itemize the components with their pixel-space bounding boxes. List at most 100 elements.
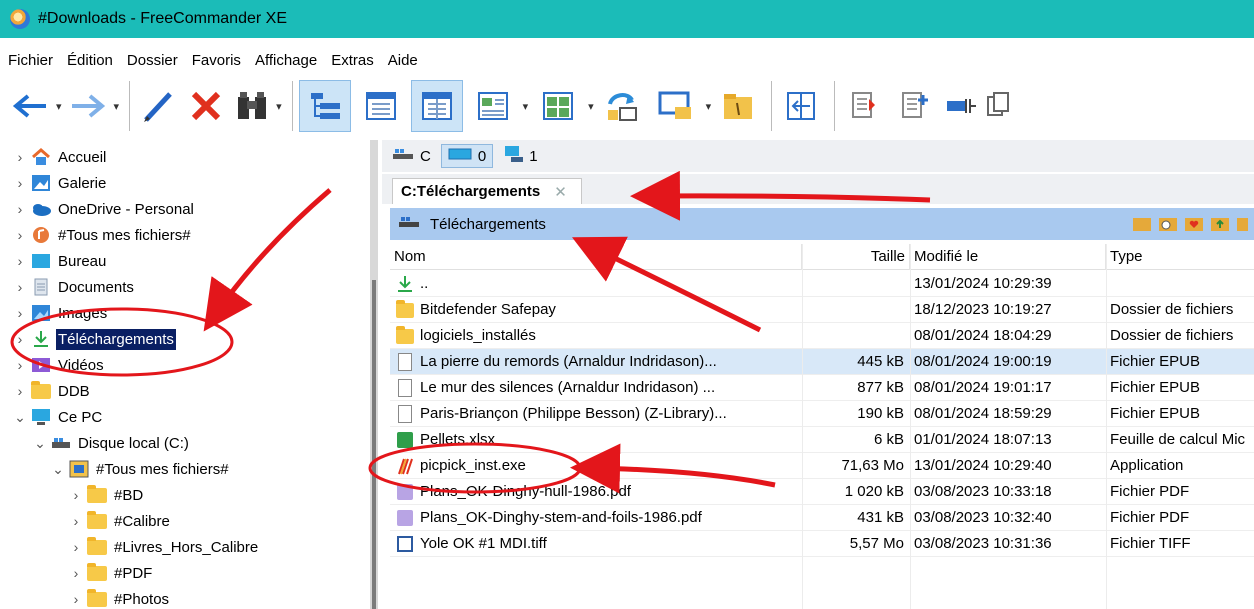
tree-item-ddb[interactable]: › DDB <box>12 378 92 404</box>
search-binoculars-icon[interactable] <box>232 80 272 132</box>
move-icon[interactable] <box>941 80 981 132</box>
thumbnail-view-icon[interactable] <box>467 80 519 132</box>
forward-arrow-icon[interactable] <box>66 80 110 132</box>
tree-item-galerie[interactable]: › Galerie <box>12 170 108 196</box>
file-size: 71,63 Mo <box>841 457 904 474</box>
menu-edition[interactable]: Édition <box>67 52 113 69</box>
back-arrow-icon[interactable] <box>8 80 52 132</box>
menu-dossier[interactable]: Dossier <box>127 52 178 69</box>
tree-item-disque-local[interactable]: ⌄ Disque local (C:) <box>32 430 191 456</box>
tree-item-tous-mes-fichiers[interactable]: › #Tous mes fichiers# <box>12 222 193 248</box>
thumbnail-dropdown-icon[interactable]: ▾ <box>523 100 529 113</box>
desktop-dropdown-icon[interactable]: ▾ <box>706 100 712 113</box>
menu-affichage[interactable]: Affichage <box>255 52 317 69</box>
forward-dropdown-icon[interactable]: ▾ <box>114 100 120 113</box>
thumbnail-large-icon[interactable] <box>532 80 584 132</box>
chevron-right-icon[interactable]: › <box>12 331 28 347</box>
chevron-right-icon[interactable]: › <box>68 539 84 555</box>
root-folder-icon[interactable] <box>1236 214 1248 232</box>
splitter-grip[interactable] <box>372 280 376 609</box>
music-icon <box>30 226 52 244</box>
recent-folder-icon[interactable] <box>1158 214 1178 232</box>
chevron-right-icon[interactable]: › <box>12 305 28 321</box>
menu-aide[interactable]: Aide <box>388 52 418 69</box>
tree-item-documents[interactable]: › Documents <box>12 274 136 300</box>
chevron-right-icon[interactable]: › <box>12 279 28 295</box>
back-dropdown-icon[interactable]: ▾ <box>56 100 62 113</box>
table-row[interactable]: Paris-Briançon (Philippe Besson) (Z-Libr… <box>390 401 1254 427</box>
table-row[interactable]: .. 13/01/2024 10:29:39 <box>390 271 1254 297</box>
delete-x-icon[interactable] <box>184 80 228 132</box>
table-row[interactable]: La pierre du remords (Arnaldur Indridaso… <box>390 349 1254 375</box>
tree-item-bd[interactable]: › #BD <box>68 482 145 508</box>
thumbnail-large-dropdown-icon[interactable]: ▾ <box>588 100 594 113</box>
document-icon <box>396 352 414 372</box>
column-type[interactable]: Type <box>1106 244 1254 270</box>
folder-icon[interactable] <box>1132 214 1152 232</box>
chevron-right-icon[interactable]: › <box>12 149 28 165</box>
drive-0-button[interactable]: 0 <box>440 144 494 168</box>
chevron-right-icon[interactable]: › <box>12 357 28 373</box>
swap-panels-icon[interactable] <box>598 80 646 132</box>
tree-item-telechargements[interactable]: › Téléchargements <box>12 326 176 352</box>
table-row[interactable]: Le mur des silences (Arnaldur Indridason… <box>390 375 1254 401</box>
new-file-icon[interactable] <box>891 80 937 132</box>
table-row[interactable]: logiciels_installés 08/01/2024 18:04:29 … <box>390 323 1254 349</box>
close-icon[interactable]: ✕ <box>554 183 567 201</box>
search-dropdown-icon[interactable]: ▾ <box>276 100 282 113</box>
chevron-right-icon[interactable]: › <box>68 513 84 529</box>
table-row[interactable]: Plans_OK-Dinghy-hull-1986.pdf 1 020 kB 0… <box>390 479 1254 505</box>
chevron-down-icon[interactable]: ⌄ <box>50 461 66 478</box>
column-name[interactable]: Nom <box>390 244 802 270</box>
column-size[interactable]: Taille <box>802 244 910 270</box>
menu-favoris[interactable]: Favoris <box>192 52 241 69</box>
table-row[interactable]: Plans_OK-Dinghy-stem-and-foils-1986.pdf … <box>390 505 1254 531</box>
drive-c-button[interactable]: C <box>392 147 431 165</box>
drive-1-button[interactable]: 1 <box>503 145 538 167</box>
chevron-right-icon[interactable]: › <box>12 175 28 191</box>
tree-item-ce-pc[interactable]: ⌄ Ce PC <box>12 404 104 430</box>
chevron-right-icon[interactable]: › <box>68 565 84 581</box>
tree-item-bureau[interactable]: › Bureau <box>12 248 108 274</box>
chevron-right-icon[interactable]: › <box>12 253 28 269</box>
chevron-down-icon[interactable]: ⌄ <box>12 409 28 426</box>
table-row[interactable]: Pellets.xlsx 6 kB 01/01/2024 18:07:13 Fe… <box>390 427 1254 453</box>
table-row[interactable]: picpick_inst.exe 71,63 Mo 13/01/2024 10:… <box>390 453 1254 479</box>
table-row[interactable]: Yole OK #1 MDI.tiff 5,57 Mo 03/08/2023 1… <box>390 531 1254 557</box>
dual-panel-icon[interactable] <box>410 80 463 132</box>
chevron-down-icon[interactable]: ⌄ <box>32 435 48 452</box>
menu-extras[interactable]: Extras <box>331 52 374 69</box>
path-bar[interactable]: Téléchargements <box>390 208 1254 240</box>
tab-telechargements[interactable]: C:Téléchargements ✕ <box>392 178 582 204</box>
menu-fichier[interactable]: Fichier <box>8 52 53 69</box>
file-panel: C 0 1 C:Téléchargements ✕ Téléchargement… <box>382 140 1254 609</box>
tree-item-videos[interactable]: › Vidéos <box>12 352 106 378</box>
chevron-right-icon[interactable]: › <box>68 487 84 503</box>
tree-item-tous-mes-fichiers-c[interactable]: ⌄ #Tous mes fichiers# <box>50 456 231 482</box>
tree-item-onedrive[interactable]: › OneDrive - Personal <box>12 196 196 222</box>
tree-item-images[interactable]: › Images <box>12 300 109 326</box>
chevron-right-icon[interactable]: › <box>68 591 84 607</box>
tree-view-icon[interactable] <box>298 80 351 132</box>
column-date[interactable]: Modifié le <box>910 244 1106 270</box>
copy-icon[interactable] <box>841 80 887 132</box>
table-row[interactable]: Bitdefender Safepay 18/12/2023 10:19:27 … <box>390 297 1254 323</box>
sync-icon[interactable] <box>985 80 1013 132</box>
tree-item-photos[interactable]: › #Photos <box>68 586 171 609</box>
folder-icon[interactable] <box>715 80 761 132</box>
tree-item-pdf[interactable]: › #PDF <box>68 560 154 586</box>
single-panel-icon[interactable] <box>355 80 407 132</box>
pane-splitter[interactable] <box>370 140 378 609</box>
favorite-folder-icon[interactable] <box>1184 214 1204 232</box>
chevron-right-icon[interactable]: › <box>12 201 28 217</box>
file-name: Le mur des silences (Arnaldur Indridason… <box>420 379 716 396</box>
compare-icon[interactable] <box>778 80 824 132</box>
desktop-icon[interactable] <box>650 80 702 132</box>
chevron-right-icon[interactable]: › <box>12 383 28 399</box>
tree-item-accueil[interactable]: › Accueil <box>12 144 108 170</box>
tree-item-livres-hors-calibre[interactable]: › #Livres_Hors_Calibre <box>68 534 260 560</box>
tree-item-calibre[interactable]: › #Calibre <box>68 508 172 534</box>
edit-pencil-icon[interactable] <box>136 80 180 132</box>
parent-folder-icon[interactable] <box>1210 214 1230 232</box>
chevron-right-icon[interactable]: › <box>12 227 28 243</box>
